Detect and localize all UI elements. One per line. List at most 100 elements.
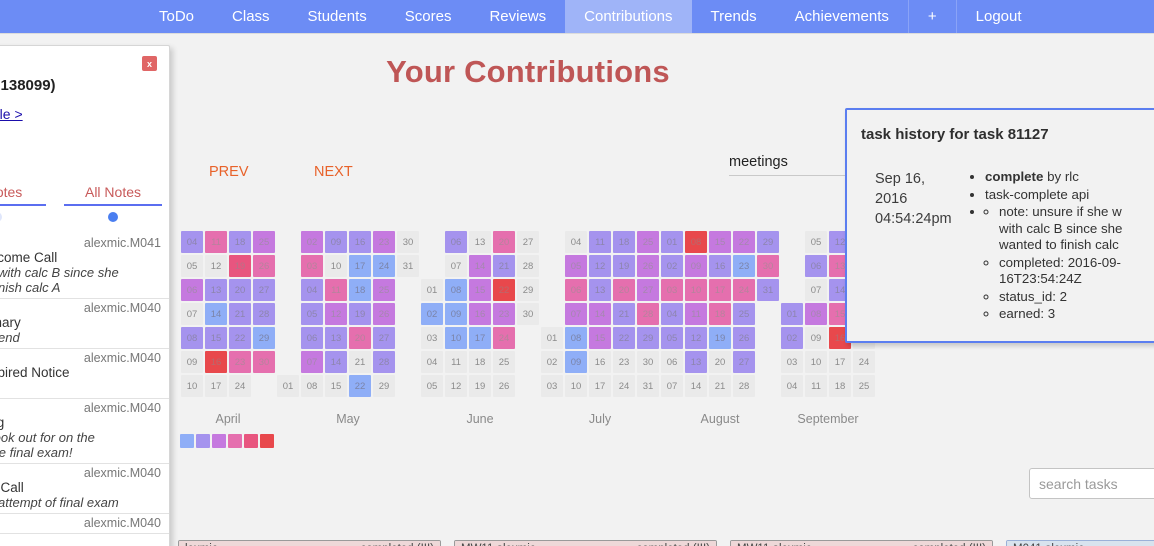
heatmap-cell[interactable]: 06: [181, 279, 203, 301]
heatmap-cell[interactable]: 26: [373, 303, 395, 325]
heatmap-cell[interactable]: 12: [685, 327, 707, 349]
heatmap-cell[interactable]: 20: [709, 351, 731, 373]
task-card[interactable]: MW11.alexmiccompleted (III)Follow-up EoQ…: [730, 540, 993, 546]
heatmap-cell[interactable]: 21: [709, 375, 731, 397]
heatmap-cell[interactable]: 06: [445, 231, 467, 253]
heatmap-cell[interactable]: 22: [493, 279, 515, 301]
heatmap-cell[interactable]: 07: [805, 279, 827, 301]
heatmap-cell[interactable]: 26: [637, 255, 659, 277]
heatmap-cell[interactable]: 31: [637, 375, 659, 397]
heatmap-cell[interactable]: 19: [613, 255, 635, 277]
heatmap-cell[interactable]: 03: [541, 375, 563, 397]
heatmap-cell[interactable]: 04: [661, 303, 683, 325]
heatmap-cell[interactable]: 16: [205, 351, 227, 373]
heatmap-cell[interactable]: 25: [373, 279, 395, 301]
heatmap-cell[interactable]: 24: [733, 279, 755, 301]
heatmap-cell[interactable]: 14: [469, 255, 491, 277]
heatmap-cell[interactable]: 10: [685, 279, 707, 301]
heatmap-cell[interactable]: 01: [781, 303, 803, 325]
heatmap-cell[interactable]: 20: [349, 327, 371, 349]
heatmap-cell[interactable]: 08: [301, 375, 323, 397]
heatmap-cell[interactable]: 24: [613, 375, 635, 397]
heatmap-cell[interactable]: 27: [733, 351, 755, 373]
next-button[interactable]: NEXT: [314, 164, 353, 180]
heatmap-cell[interactable]: 23: [493, 303, 515, 325]
heatmap-cell[interactable]: 19: [469, 375, 491, 397]
heatmap-cell[interactable]: 10: [805, 351, 827, 373]
heatmap-cell[interactable]: 29: [517, 279, 539, 301]
heatmap-cell[interactable]: 03: [421, 327, 443, 349]
heatmap-cell[interactable]: 04: [301, 279, 323, 301]
heatmap-cell[interactable]: 05: [661, 327, 683, 349]
heatmap-cell[interactable]: 02: [661, 255, 683, 277]
heatmap-cell[interactable]: 22: [349, 375, 371, 397]
heatmap-cell[interactable]: 23: [613, 351, 635, 373]
heatmap-cell[interactable]: 02: [301, 231, 323, 253]
note-item[interactable]: alexmic.M040: [0, 514, 169, 534]
heatmap-cell[interactable]: 13: [685, 351, 707, 373]
heatmap-cell[interactable]: 03: [661, 279, 683, 301]
notes-tab-label[interactable]: ly Notes: [0, 184, 46, 206]
heatmap-cell[interactable]: 02: [781, 327, 803, 349]
heatmap-cell[interactable]: 18: [709, 303, 731, 325]
heatmap-cell[interactable]: 12: [325, 303, 347, 325]
profile-link[interactable]: sk Profile >: [0, 106, 23, 122]
heatmap-cell[interactable]: 10: [181, 375, 203, 397]
heatmap-cell[interactable]: 10: [325, 255, 347, 277]
task-card[interactable]: M041.alexmicFollow-up Welcome Call: [1006, 540, 1154, 546]
heatmap-cell[interactable]: 30: [397, 231, 419, 253]
heatmap-cell[interactable]: 27: [637, 279, 659, 301]
heatmap-cell[interactable]: 27: [517, 231, 539, 253]
heatmap-cell[interactable]: 13: [589, 279, 611, 301]
heatmap-cell[interactable]: 16: [469, 303, 491, 325]
heatmap-cell[interactable]: 11: [205, 231, 227, 253]
heatmap-cell[interactable]: 18: [229, 231, 251, 253]
heatmap-cell[interactable]: 17: [349, 255, 371, 277]
heatmap-cell[interactable]: 07: [445, 255, 467, 277]
heatmap-cell[interactable]: 15: [205, 327, 227, 349]
nav-item--[interactable]: +: [909, 0, 956, 33]
heatmap-cell[interactable]: 29: [253, 327, 275, 349]
nav-item-logout[interactable]: Logout: [957, 0, 1041, 33]
heatmap-cell[interactable]: 05: [301, 303, 323, 325]
heatmap-cell[interactable]: 29: [637, 327, 659, 349]
heatmap-cell[interactable]: 19: [229, 255, 251, 277]
heatmap-cell[interactable]: 21: [613, 303, 635, 325]
heatmap-cell[interactable]: 09: [685, 255, 707, 277]
task-card[interactable]: lexmiccompleted (III)oQ Summaryko T: [178, 540, 441, 546]
heatmap-cell[interactable]: 07: [565, 303, 587, 325]
heatmap-cell[interactable]: 09: [805, 327, 827, 349]
heatmap-cell[interactable]: 09: [445, 303, 467, 325]
heatmap-cell[interactable]: 24: [493, 327, 515, 349]
heatmap-cell[interactable]: 17: [205, 375, 227, 397]
heatmap-cell[interactable]: 10: [445, 327, 467, 349]
heatmap-cell[interactable]: 21: [493, 255, 515, 277]
heatmap-cell[interactable]: 20: [613, 279, 635, 301]
heatmap-cell[interactable]: 14: [205, 303, 227, 325]
heatmap-cell[interactable]: 09: [181, 351, 203, 373]
heatmap-cell[interactable]: 08: [565, 327, 587, 349]
heatmap-cell[interactable]: 07: [301, 351, 323, 373]
heatmap-cell[interactable]: 30: [253, 351, 275, 373]
heatmap-cell[interactable]: 01: [421, 279, 443, 301]
heatmap-cell[interactable]: 16: [589, 351, 611, 373]
heatmap-cell[interactable]: 09: [325, 231, 347, 253]
heatmap-cell[interactable]: 02: [421, 303, 443, 325]
heatmap-cell[interactable]: 01: [541, 327, 563, 349]
heatmap-cell[interactable]: 11: [589, 231, 611, 253]
heatmap-cell[interactable]: 03: [301, 255, 323, 277]
heatmap-cell[interactable]: 23: [229, 351, 251, 373]
heatmap-cell[interactable]: 06: [301, 327, 323, 349]
note-item[interactable]: alexmic.M041 o Welcome Callntinue with ca…: [0, 234, 169, 299]
heatmap-cell[interactable]: 05: [805, 231, 827, 253]
nav-item-achievements[interactable]: Achievements: [776, 0, 908, 33]
heatmap-cell[interactable]: 25: [637, 231, 659, 253]
nav-item-students[interactable]: Students: [289, 0, 386, 33]
heatmap-cell[interactable]: 28: [253, 303, 275, 325]
heatmap-cell[interactable]: 04: [421, 351, 443, 373]
heatmap-cell[interactable]: 26: [733, 327, 755, 349]
note-item[interactable]: alexmic.M040utoringgs to look out for on…: [0, 399, 169, 464]
heatmap-cell[interactable]: 15: [709, 231, 731, 253]
nav-item-class[interactable]: Class: [213, 0, 289, 33]
heatmap-cell[interactable]: 08: [445, 279, 467, 301]
